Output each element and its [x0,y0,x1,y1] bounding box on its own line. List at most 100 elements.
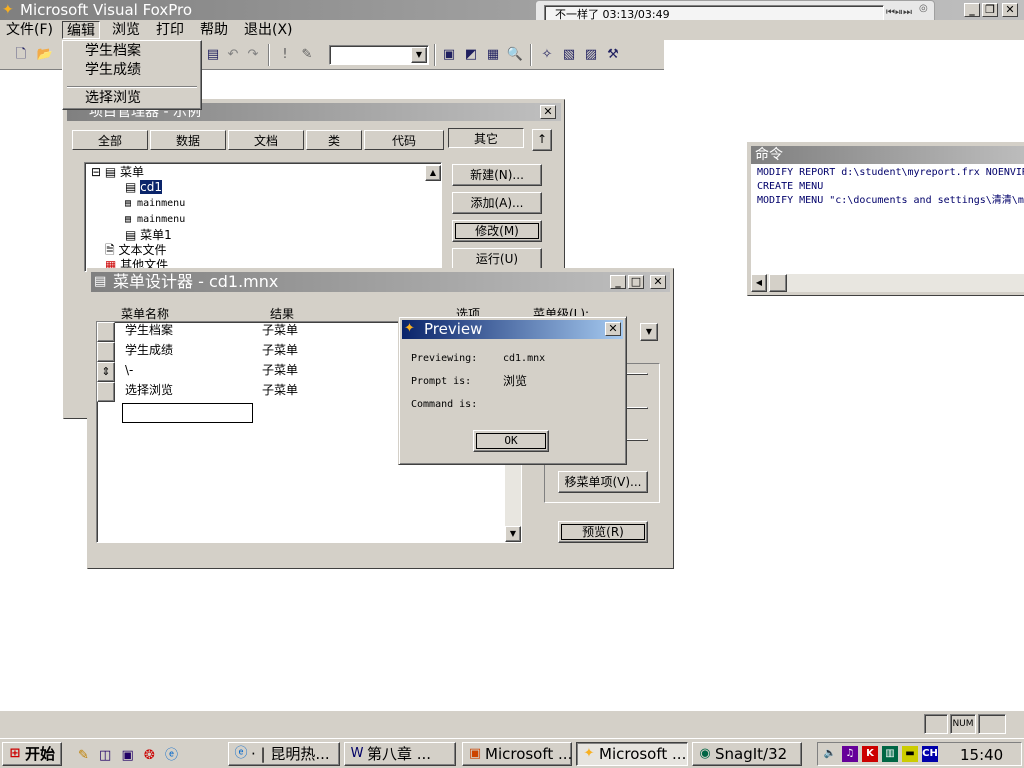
collapse-arrow-icon[interactable]: ↑ [532,129,552,151]
quick-launch-icon[interactable]: ❂ [144,748,155,763]
tree-item-cd1[interactable]: ▤ cd1 [125,180,163,195]
menu-edit[interactable]: 编辑 [62,21,100,39]
close-icon[interactable]: ✕ [650,275,666,289]
form-wizard-icon[interactable]: ✧ [538,46,556,64]
menu-row-name[interactable]: 学生档案 [125,320,173,340]
code-window-icon[interactable]: ▨ [582,46,600,64]
menu-row-name[interactable]: 学生成绩 [125,340,173,360]
media-controls-icon[interactable]: ⏮⏯⏭ [886,7,912,18]
tree-node-text-files[interactable]: 🗎 文本文件 [105,243,166,258]
minimize-button[interactable]: _ [964,3,980,17]
properties-icon[interactable]: ▦ [484,46,502,64]
kingsoft-icon[interactable]: K [862,746,878,762]
tree-node-menu[interactable]: ⊟ ▤ 菜单 [91,165,144,180]
maximize-icon[interactable]: □ [628,275,644,289]
row-mover[interactable] [97,342,115,362]
tray-app-icon[interactable]: ▬ [902,746,918,762]
chevron-down-icon[interactable]: ▼ [640,323,658,341]
language-indicator[interactable]: CH [922,746,938,762]
quick-launch-icon[interactable]: ✎ [78,748,89,763]
taskbar-item-active[interactable]: ✦ Microsoft ... [576,742,688,766]
taskbar-item[interactable]: ⓔ · | 昆明热... [228,742,340,766]
menu-file[interactable]: 文件(F) [2,21,57,39]
horizontal-scrollbar[interactable]: ◀ [751,274,1024,292]
new-file-icon[interactable]: 🗋 [12,46,30,64]
command-line: CREATE MENU [757,181,824,192]
quick-launch-icon[interactable]: ◫ [99,748,111,763]
tab-code[interactable]: 代码 [364,130,444,150]
taskbar: ⊞ 开始 ✎ ◫ ▣ ❂ ⓔ ⓔ · | 昆明热... W 第八章 ... ▣ … [0,738,1024,768]
chevron-down-icon[interactable]: ▼ [411,47,427,63]
tab-documents[interactable]: 文档 [228,130,304,150]
close-icon[interactable]: ✕ [540,105,556,119]
taskbar-item[interactable]: ▣ Microsoft ... [462,742,572,766]
menu-row-name[interactable]: \- [125,360,133,380]
tab-all[interactable]: 全部 [72,130,148,150]
volume-icon[interactable]: 🔈 [822,746,838,762]
move-handle-icon[interactable]: ⇕ [97,362,115,382]
tray-app-icon[interactable]: ♫ [842,746,858,762]
menu-item-student-records[interactable]: 学生档案 [85,42,141,60]
restore-button[interactable]: ❐ [982,3,998,17]
scroll-thumb[interactable] [769,274,787,292]
tab-other[interactable]: 其它 [448,128,524,148]
menu-row-result[interactable]: 子菜单 [262,340,298,360]
tree-item-mainmenu-2[interactable]: ▤ mainmenu [125,212,185,227]
tree-item-mainmenu[interactable]: ▤ mainmenu [125,196,185,211]
report-designer-icon[interactable]: ▧ [560,46,578,64]
paste-icon[interactable]: ▤ [204,46,222,64]
scroll-down-icon[interactable]: ▼ [505,526,521,542]
run-exclamation-icon[interactable]: ! [276,46,294,64]
close-icon[interactable]: ✕ [605,322,621,336]
menu-item-student-grades[interactable]: 学生成绩 [85,61,141,79]
row-mover[interactable] [97,382,115,402]
system-tray: 🔈 ♫ K ▥ ▬ CH 15:40 [817,742,1022,766]
tree-item-menu1[interactable]: ▤ 菜单1 [125,228,172,243]
redo-icon[interactable]: ↷ [244,46,262,64]
scroll-left-icon[interactable]: ◀ [751,274,767,292]
row-mover[interactable] [97,322,115,342]
menu-row-result[interactable]: 子菜单 [262,320,298,340]
project-tree: ⊟ ▤ 菜单 ▤ cd1 ▤ mainmenu ▤ mainmenu ▤ 菜单1… [84,162,442,272]
toolbar-combo[interactable]: ▼ [329,45,429,65]
new-button[interactable]: 新建(N)... [452,164,542,186]
ok-button[interactable]: OK [473,430,549,452]
new-item-input[interactable] [122,403,253,423]
command-window-titlebar: 命令 [751,146,1024,164]
menu-item-select-browse[interactable]: 选择浏览 [85,89,141,107]
command-input-area[interactable]: MODIFY REPORT d:\student\myreport.frx NO… [751,164,1024,274]
taskbar-item[interactable]: W 第八章 ... [344,742,456,766]
close-button[interactable]: ✕ [1002,3,1018,17]
modify-form-icon[interactable]: ✎ [298,46,316,64]
menu-row-result[interactable]: 子菜单 [262,380,298,400]
undo-icon[interactable]: ↶ [224,46,242,64]
menu-row-name[interactable]: 选择浏览 [125,380,173,400]
command-window-icon[interactable]: ▣ [440,46,458,64]
ie-icon[interactable]: ⓔ [165,748,178,763]
add-button[interactable]: 添加(A)... [452,192,542,214]
menu-designer-title: 菜单设计器 - cd1.mnx [113,272,279,291]
start-button[interactable]: ⊞ 开始 [2,742,62,766]
scroll-up-icon[interactable]: ▲ [425,165,441,181]
preview-button[interactable]: 预览(R) [558,521,648,543]
media-volume-icon[interactable]: ◎ [919,3,928,14]
data-session-icon[interactable]: ◩ [462,46,480,64]
print-preview-icon[interactable]: 🔍 [506,46,524,64]
open-folder-icon[interactable]: 📂 [36,46,54,64]
tab-data[interactable]: 数据 [150,130,226,150]
tools-icon[interactable]: ⚒ [604,46,622,64]
remove-item-button[interactable]: 移菜单项(V)... [558,471,648,493]
taskbar-item[interactable]: ◉ SnagIt/32 [692,742,802,766]
menu-exit[interactable]: 退出(X) [240,21,297,39]
menu-browse[interactable]: 浏览 [108,21,144,39]
tab-classes[interactable]: 类 [306,130,362,150]
menu-row-result[interactable]: 子菜单 [262,360,298,380]
network-icon[interactable]: ▥ [882,746,898,762]
minimize-icon[interactable]: _ [610,275,626,289]
modify-button[interactable]: 修改(M) [452,220,542,242]
menu-help[interactable]: 帮助 [196,21,232,39]
quick-launch-icon[interactable]: ▣ [121,748,133,763]
menu-print[interactable]: 打印 [152,21,188,39]
snagit-icon: ◉ [699,746,711,761]
run-button[interactable]: 运行(U) [452,248,542,270]
